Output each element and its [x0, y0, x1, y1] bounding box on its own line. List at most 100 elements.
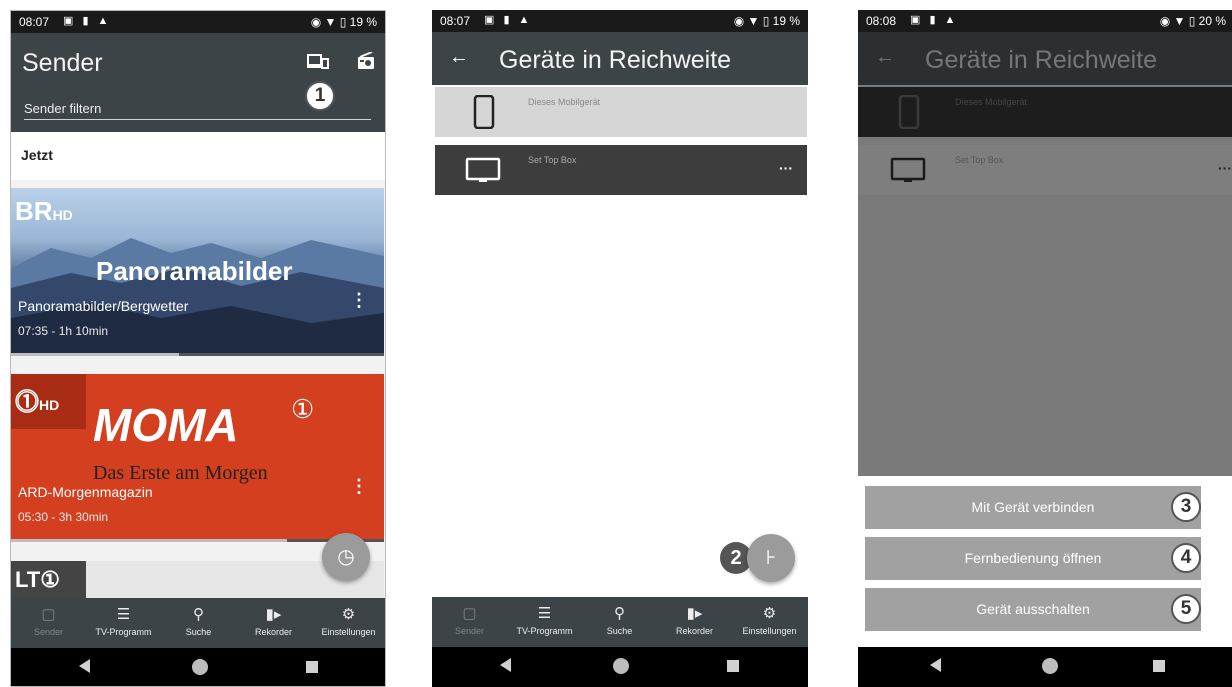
bottom-nav: ▢ Sender ☰ TV-Programm ⚲ Suche ▮▸ Rekord…	[432, 597, 808, 647]
app-bar: ← Geräte in Reichweite	[858, 32, 1232, 85]
status-time: 08:07	[19, 15, 50, 29]
status-time: 08:08	[866, 14, 897, 28]
device-name: Dieses Mobilgerät	[528, 97, 601, 107]
device-row-mobile[interactable]: Dieses Mobilgerät	[435, 87, 807, 137]
program-time: 05:30 - 3h 30min	[18, 510, 109, 524]
notification-icons: ▣ ▮ ▲	[63, 15, 112, 27]
progress-bar	[11, 353, 179, 356]
nav-rekorder[interactable]: ▮▸ Rekorder	[236, 598, 311, 648]
tv-icon	[890, 157, 926, 190]
nav-suche[interactable]: ⚲ Suche	[582, 597, 657, 647]
open-remote-button[interactable]: Fernbedienung öffnen	[865, 537, 1201, 580]
tv-icon: ▢	[41, 606, 56, 623]
power-off-device-button[interactable]: Gerät ausschalten	[865, 588, 1201, 631]
radio-icon[interactable]	[357, 51, 375, 75]
bottom-nav: ▢ Sender ☰ TV-Programm ⚲ Suche ▮▸ Rekord…	[11, 598, 385, 648]
video-camera-icon: ▮▸	[686, 605, 703, 622]
more-options-icon[interactable]: ···	[1218, 160, 1232, 176]
back-arrow-icon[interactable]: ←	[875, 46, 895, 69]
status-bar: 08:07 ▣ ▮ ▲ ◉ ▼ ▯ 19 %	[432, 10, 808, 32]
list-icon: ☰	[537, 605, 552, 622]
sender-filter-input[interactable]: Sender filtern	[24, 101, 101, 116]
screen-geraete-menu: 08:08 ▣ ▮ ▲ ◉ ▼ ▯ 20 % ← Geräte in Reich…	[858, 10, 1232, 687]
home-icon[interactable]	[613, 658, 629, 674]
recents-icon[interactable]	[727, 660, 739, 672]
remote-control-icon: ⊦	[765, 547, 777, 569]
callout-badge-3: 3	[1171, 492, 1201, 522]
home-icon[interactable]	[192, 659, 208, 675]
page-title: Geräte in Reichweite	[925, 46, 1158, 74]
device-name: Set Top Box	[528, 155, 577, 165]
program-subtitle: Das Erste am Morgen	[93, 462, 268, 484]
back-icon[interactable]	[500, 658, 511, 672]
nav-einstellungen[interactable]: ⚙ Einstellungen	[311, 598, 385, 648]
program-title: ARD-Morgenmagazin	[18, 484, 153, 500]
callout-badge-4: 4	[1171, 543, 1201, 573]
status-indicators: ◉ ▼ ▯ 20 %	[1159, 14, 1226, 28]
device-row-settopbox[interactable]: Set Top Box ···	[435, 145, 807, 195]
search-icon: ⚲	[193, 606, 204, 623]
back-icon[interactable]	[930, 658, 941, 672]
channel-card-ard[interactable]: ⓵HD MOMA ① Das Erste am Morgen ARD-Morge…	[11, 374, 384, 542]
more-options-icon[interactable]: ⋮	[350, 290, 368, 311]
progress-rest	[179, 353, 384, 356]
smartphone-icon	[473, 94, 495, 134]
system-nav-bar	[858, 647, 1232, 687]
program-image-title: Panoramabilder	[96, 256, 293, 286]
remote-fab[interactable]: ⊦	[747, 534, 795, 582]
nav-sender[interactable]: ▢ Sender	[432, 597, 507, 647]
back-icon[interactable]	[79, 659, 90, 673]
device-row-mobile[interactable]: Dieses Mobilgerät	[858, 87, 1232, 137]
callout-badge-5: 5	[1171, 594, 1201, 624]
status-bar: 08:07 ▣ ▮ ▲ ◉ ▼ ▯ 19 %	[11, 11, 385, 33]
status-indicators: ◉ ▼ ▯ 19 %	[733, 14, 800, 28]
system-nav-bar	[11, 648, 385, 686]
status-time: 08:07	[440, 14, 471, 28]
nav-tv-programm[interactable]: ☰ TV-Programm	[86, 598, 161, 648]
home-icon[interactable]	[1042, 658, 1058, 674]
section-header	[11, 132, 385, 181]
notification-icons: ▣ ▮ ▲	[484, 14, 533, 26]
nav-sender[interactable]: ▢ Sender	[11, 598, 86, 648]
screen-geraete: 08:07 ▣ ▮ ▲ ◉ ▼ ▯ 19 % ← Geräte in Reich…	[432, 10, 808, 687]
nav-suche[interactable]: ⚲ Suche	[161, 598, 236, 648]
page-title: Geräte in Reichweite	[499, 46, 732, 74]
tv-icon: ▢	[462, 605, 477, 622]
nav-einstellungen[interactable]: ⚙ Einstellungen	[732, 597, 807, 647]
back-arrow-icon[interactable]: ←	[449, 46, 469, 69]
progress-bar	[11, 539, 287, 542]
cast-devices-icon[interactable]	[307, 53, 329, 76]
clock-fab[interactable]: ◷	[322, 533, 370, 581]
recents-icon[interactable]	[306, 661, 318, 673]
program-time: 07:35 - 1h 10min	[18, 324, 109, 338]
tv-icon	[465, 157, 501, 190]
system-nav-bar	[432, 647, 808, 687]
section-title: Jetzt	[21, 147, 53, 163]
smartphone-icon	[898, 94, 920, 134]
status-indicators: ◉ ▼ ▯ 19 %	[310, 15, 377, 29]
gear-icon: ⚙	[341, 606, 356, 623]
br-hd-logo: BRHD	[15, 196, 73, 226]
more-options-icon[interactable]: ···	[779, 160, 793, 176]
nav-rekorder[interactable]: ▮▸ Rekorder	[657, 597, 732, 647]
device-row-settopbox[interactable]: Set Top Box ···	[858, 145, 1232, 195]
more-options-icon[interactable]: ⋮	[350, 476, 368, 497]
das-erste-hd-logo: ⓵HD	[15, 389, 60, 416]
device-name: Dieses Mobilgerät	[955, 97, 1028, 107]
ard-one-icon: ①	[291, 394, 315, 424]
list-icon: ☰	[116, 606, 131, 623]
page-title: Sender	[22, 49, 103, 77]
moma-logo: MOMA	[93, 399, 239, 451]
gear-icon: ⚙	[762, 605, 777, 622]
search-icon: ⚲	[614, 605, 625, 622]
recents-icon[interactable]	[1153, 660, 1165, 672]
callout-badge-1: 1	[305, 81, 335, 111]
notification-icons: ▣ ▮ ▲	[910, 14, 959, 26]
status-bar: 08:08 ▣ ▮ ▲ ◉ ▼ ▯ 20 %	[858, 10, 1232, 32]
app-bar: Sender Sender filtern	[11, 33, 385, 132]
program-title: Panoramabilder/Bergwetter	[18, 298, 189, 314]
nav-tv-programm[interactable]: ☰ TV-Programm	[507, 597, 582, 647]
filter-underline	[24, 119, 371, 120]
connect-device-button[interactable]: Mit Gerät verbinden	[865, 486, 1201, 529]
channel-card-br[interactable]: BRHD Panoramabilder Panoramabilder/Bergw…	[11, 188, 384, 356]
